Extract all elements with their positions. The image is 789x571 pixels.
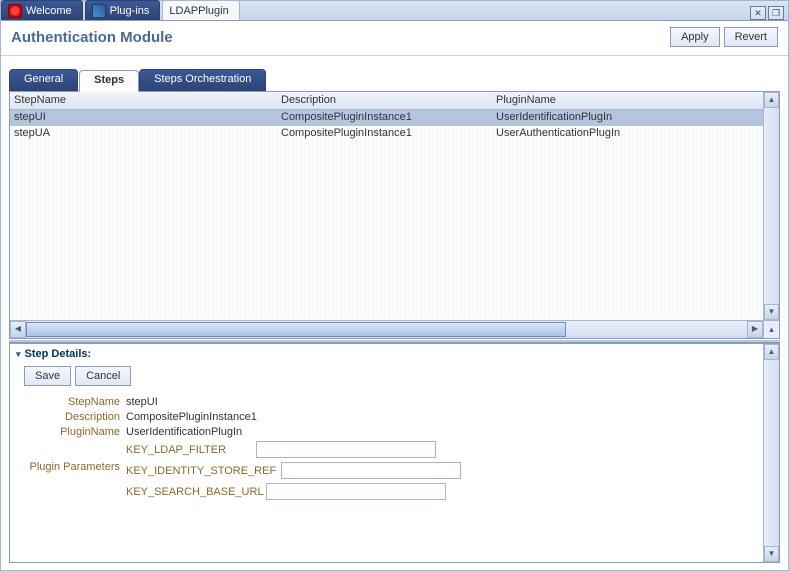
tab-ldap-plugin[interactable]: LDAPPlugin	[162, 0, 239, 20]
cell: CompositePluginInstance1	[277, 126, 492, 142]
scroll-right-icon[interactable]: ▶	[747, 321, 763, 338]
col-pluginname[interactable]: PluginName	[492, 92, 779, 109]
oracle-icon	[8, 4, 22, 18]
table-body: stepUI CompositePluginInstance1 UserIden…	[10, 110, 779, 338]
window-controls: ✕ ❐	[750, 6, 784, 20]
close-icon[interactable]: ✕	[750, 6, 766, 20]
vertical-scrollbar[interactable]: ▲ ▼	[763, 92, 779, 320]
scroll-down-icon[interactable]: ▼	[764, 304, 779, 320]
label-description: Description	[16, 411, 126, 423]
scroll-corner: ▴	[763, 320, 779, 338]
col-description[interactable]: Description	[277, 92, 492, 109]
param-key-ldap-filter: KEY_LDAP_FILTER	[126, 444, 256, 456]
save-button[interactable]: Save	[24, 366, 71, 386]
cancel-button[interactable]: Cancel	[75, 366, 131, 386]
scroll-up-icon[interactable]: ▲	[764, 344, 779, 360]
chevron-up-icon[interactable]: ▴	[769, 324, 774, 334]
tab-plugins[interactable]: Plug-ins	[85, 0, 161, 20]
page-header: Authentication Module Apply Revert	[1, 21, 788, 56]
cell: UserIdentificationPlugIn	[492, 110, 779, 126]
plugins-icon	[92, 4, 106, 18]
app-window: Welcome Plug-ins LDAPPlugin ✕ ❐ Authenti…	[0, 0, 789, 571]
param-key-search-base-url: KEY_SEARCH_BASE_URL	[126, 486, 266, 498]
param-key-identity-store-ref: KEY_IDENTITY_STORE_REF	[126, 465, 281, 477]
step-details-panel: Step Details: Save Cancel StepName stepU…	[9, 343, 780, 563]
param-input-identity-store-ref[interactable]	[281, 462, 461, 479]
tab-welcome[interactable]: Welcome	[1, 0, 83, 20]
label-pluginname: PluginName	[16, 426, 126, 438]
col-stepname[interactable]: StepName	[10, 92, 277, 109]
param-input-search-base-url[interactable]	[266, 483, 446, 500]
cell: CompositePluginInstance1	[277, 110, 492, 126]
scroll-down-icon[interactable]: ▼	[764, 546, 779, 562]
label-plugin-parameters: Plugin Parameters	[16, 441, 126, 500]
step-details-title[interactable]: Step Details:	[16, 348, 773, 360]
cell: UserAuthenticationPlugIn	[492, 126, 779, 142]
tab-label: Welcome	[26, 5, 72, 17]
scroll-up-icon[interactable]: ▲	[764, 92, 779, 108]
cell: stepUA	[10, 126, 277, 142]
param-input-ldap-filter[interactable]	[256, 441, 436, 458]
steps-table: StepName Description PluginName stepUI C…	[9, 91, 780, 339]
scroll-thumb[interactable]	[26, 322, 566, 337]
top-tab-bar: Welcome Plug-ins LDAPPlugin ✕ ❐	[1, 1, 788, 21]
tab-general[interactable]: General	[9, 69, 78, 91]
sub-tab-bar: General Steps Steps Orchestration	[9, 70, 780, 92]
horizontal-scrollbar[interactable]: ◀ ▶	[10, 320, 763, 338]
table-row[interactable]: stepUI CompositePluginInstance1 UserIden…	[10, 110, 779, 126]
cell: stepUI	[10, 110, 277, 126]
value-description: CompositePluginInstance1	[126, 411, 257, 423]
details-vertical-scrollbar[interactable]: ▲ ▼	[763, 344, 779, 562]
tab-steps-orchestration[interactable]: Steps Orchestration	[139, 69, 266, 91]
table-header-row: StepName Description PluginName	[10, 92, 779, 110]
scroll-left-icon[interactable]: ◀	[10, 321, 26, 338]
value-stepname: stepUI	[126, 396, 158, 408]
tab-steps[interactable]: Steps	[79, 70, 139, 92]
tab-label: Plug-ins	[110, 5, 150, 17]
maximize-icon[interactable]: ❐	[768, 6, 784, 20]
label-stepname: StepName	[16, 396, 126, 408]
value-pluginname: UserIdentificationPlugIn	[126, 426, 242, 438]
page-title: Authentication Module	[11, 29, 173, 46]
table-row[interactable]: stepUA CompositePluginInstance1 UserAuth…	[10, 126, 779, 142]
tab-label: LDAPPlugin	[169, 5, 228, 17]
apply-button[interactable]: Apply	[670, 27, 720, 47]
revert-button[interactable]: Revert	[724, 27, 778, 47]
